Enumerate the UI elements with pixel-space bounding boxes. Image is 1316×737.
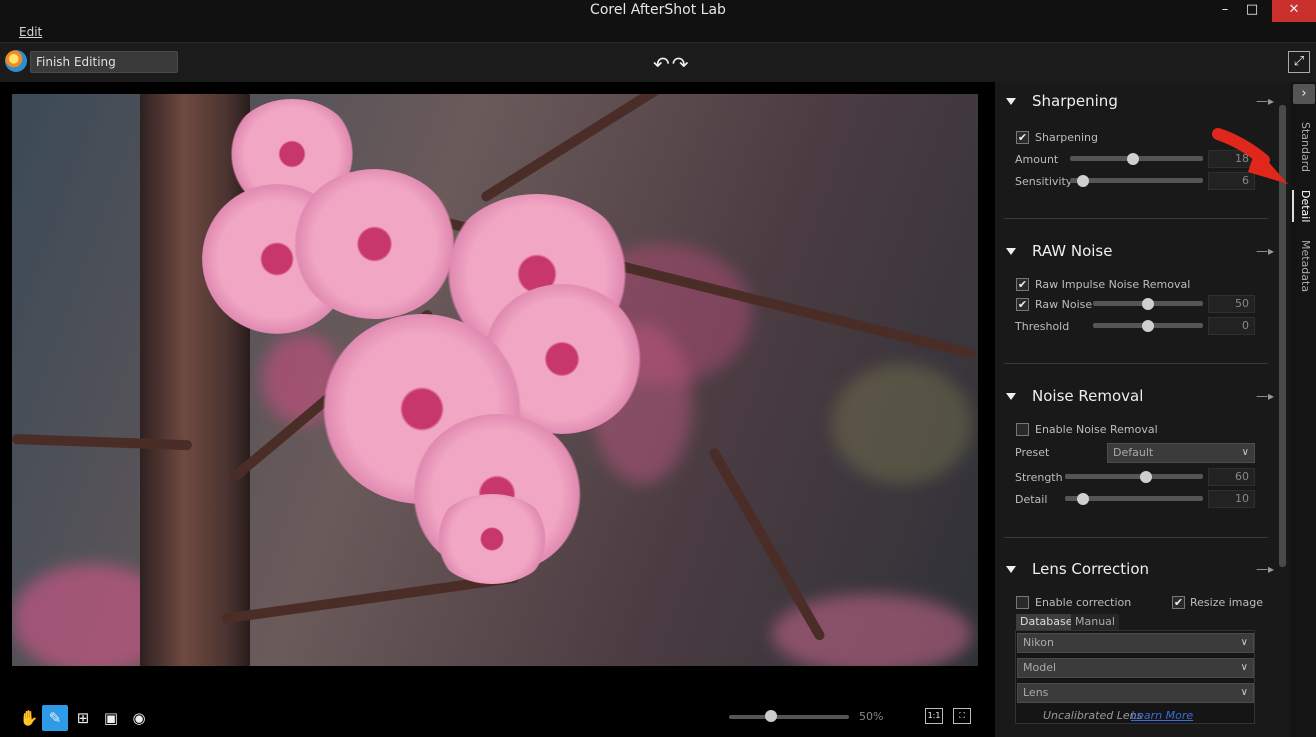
- section-divider: [1004, 218, 1268, 219]
- zoom-slider[interactable]: [729, 715, 849, 719]
- app-logo-icon: [5, 50, 27, 72]
- sharpening-checkbox-label: Sharpening: [1035, 131, 1098, 144]
- strength-value[interactable]: 60: [1208, 468, 1255, 486]
- resize-image-label: Resize image: [1190, 596, 1264, 609]
- sharpening-header[interactable]: Sharpening: [1006, 92, 1118, 110]
- impulse-noise-label: Raw Impulse Noise Removal: [1035, 278, 1191, 291]
- enable-noise-removal-label: Enable Noise Removal: [1035, 423, 1158, 436]
- uncalibrated-lens-text: Uncalibrated Lens: [1043, 709, 1143, 722]
- threshold-slider-knob[interactable]: [1142, 320, 1154, 332]
- learn-more-link[interactable]: Learn More: [1131, 709, 1193, 722]
- make-value: Nikon: [1023, 636, 1054, 649]
- noise-removal-header[interactable]: Noise Removal: [1006, 387, 1143, 405]
- detail-label: Detail: [1015, 493, 1048, 506]
- tab-detail[interactable]: Detail: [1292, 190, 1312, 223]
- section-divider: [1004, 363, 1268, 364]
- model-value: Model: [1023, 661, 1057, 674]
- viewer-toolbar: ✋ ✎ ⊞ ▣ ◉ 50% 1:1 ⛶: [0, 700, 995, 737]
- pin-icon[interactable]: —▸: [1256, 244, 1274, 258]
- chevron-down-icon: ∨: [1240, 687, 1248, 698]
- enable-noise-removal-checkbox[interactable]: [1016, 423, 1029, 436]
- fit-to-screen-button[interactable]: ⛶: [953, 708, 971, 724]
- eyedropper-icon[interactable]: ✎: [42, 705, 68, 731]
- detail-value[interactable]: 10: [1208, 490, 1255, 508]
- image-viewer: [0, 82, 995, 737]
- threshold-value[interactable]: 0: [1208, 317, 1255, 335]
- amount-label: Amount: [1015, 153, 1059, 166]
- model-dropdown[interactable]: Model ∨: [1017, 658, 1254, 678]
- side-tab-strip: [1290, 82, 1316, 737]
- preset-value: Default: [1113, 446, 1154, 459]
- enable-correction-label: Enable correction: [1035, 596, 1132, 609]
- finish-editing-button[interactable]: Finish Editing: [30, 51, 178, 73]
- sensitivity-slider-knob[interactable]: [1077, 175, 1089, 187]
- detail-slider-knob[interactable]: [1077, 493, 1089, 505]
- raw-noise-title: RAW Noise: [1032, 242, 1113, 260]
- undo-redo-icon[interactable]: ↶↷: [653, 52, 691, 76]
- menu-edit[interactable]: Edit: [19, 25, 42, 39]
- make-dropdown[interactable]: Nikon ∨: [1017, 633, 1254, 653]
- eye-icon[interactable]: ◉: [126, 705, 152, 731]
- strength-slider[interactable]: [1065, 474, 1203, 479]
- enable-correction-checkbox[interactable]: [1016, 596, 1029, 609]
- section-divider: [1004, 537, 1268, 538]
- chevron-down-icon: ∨: [1241, 447, 1249, 458]
- annotation-arrow-icon: [1212, 128, 1288, 184]
- pin-icon[interactable]: —▸: [1256, 389, 1274, 403]
- chevron-down-icon: ∨: [1240, 662, 1248, 673]
- fullscreen-icon[interactable]: ⤢: [1288, 51, 1310, 73]
- raw-noise-label: Raw Noise: [1035, 298, 1093, 311]
- window-title: Corel AfterShot Lab: [590, 2, 726, 18]
- photo-canvas[interactable]: [12, 94, 978, 666]
- lens-dropdown[interactable]: Lens ∨: [1017, 683, 1254, 703]
- sensitivity-label: Sensitivity: [1015, 175, 1073, 188]
- crop-icon[interactable]: ⊞: [70, 705, 96, 731]
- hand-icon[interactable]: ✋: [16, 705, 42, 731]
- close-button[interactable]: ✕: [1272, 0, 1316, 22]
- lens-correction-header[interactable]: Lens Correction: [1006, 560, 1149, 578]
- raw-noise-slider-knob[interactable]: [1142, 298, 1154, 310]
- sharpening-title: Sharpening: [1032, 92, 1118, 110]
- raw-noise-value[interactable]: 50: [1208, 295, 1255, 313]
- actual-size-button[interactable]: 1:1: [925, 708, 943, 724]
- lens-correction-title: Lens Correction: [1032, 560, 1150, 578]
- raw-noise-header[interactable]: RAW Noise: [1006, 242, 1112, 260]
- impulse-noise-checkbox[interactable]: ✔: [1016, 278, 1029, 291]
- main-toolbar: Finish Editing ↶↷ ⤢: [0, 42, 1316, 82]
- title-bar: Corel AfterShot Lab – □ ✕: [0, 0, 1316, 22]
- menu-bar: Edit: [0, 22, 1316, 42]
- strength-label: Strength: [1015, 471, 1063, 484]
- zoom-slider-knob[interactable]: [765, 710, 777, 722]
- tab-standard[interactable]: Standard: [1292, 122, 1312, 172]
- zoom-label: 50%: [859, 710, 884, 723]
- amount-slider-knob[interactable]: [1127, 153, 1139, 165]
- tab-metadata[interactable]: Metadata: [1292, 240, 1312, 292]
- noise-removal-title: Noise Removal: [1032, 387, 1144, 405]
- pin-icon[interactable]: —▸: [1256, 562, 1274, 576]
- collapse-panel-icon[interactable]: ›: [1293, 84, 1315, 104]
- strength-slider-knob[interactable]: [1140, 471, 1152, 483]
- resize-image-checkbox[interactable]: ✔: [1172, 596, 1185, 609]
- minimize-button[interactable]: –: [1210, 0, 1240, 22]
- raw-noise-checkbox[interactable]: ✔: [1016, 298, 1029, 311]
- preset-label: Preset: [1015, 446, 1050, 459]
- image-icon[interactable]: ▣: [98, 705, 124, 731]
- chevron-down-icon: ∨: [1240, 637, 1248, 648]
- tab-manual[interactable]: Manual: [1071, 614, 1119, 630]
- pin-icon[interactable]: —▸: [1256, 94, 1274, 108]
- threshold-label: Threshold: [1015, 320, 1070, 333]
- sharpening-checkbox[interactable]: ✔: [1016, 131, 1029, 144]
- preset-dropdown[interactable]: Default ∨: [1107, 443, 1255, 463]
- sensitivity-slider[interactable]: [1070, 178, 1203, 183]
- lens-value: Lens: [1023, 686, 1049, 699]
- maximize-button[interactable]: □: [1237, 0, 1267, 22]
- tab-database[interactable]: Database: [1016, 614, 1077, 630]
